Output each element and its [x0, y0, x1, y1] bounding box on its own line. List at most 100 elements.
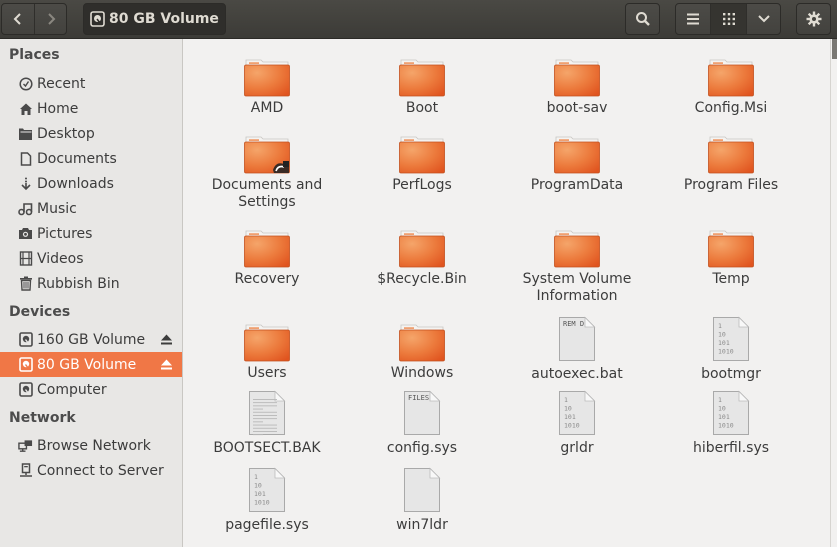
view-button-group — [675, 3, 781, 35]
item-icon: 1 10 101 1010 — [706, 316, 756, 362]
chevron-left-icon — [13, 13, 21, 25]
grid-view-icon — [722, 13, 735, 25]
menu-button[interactable] — [797, 4, 830, 34]
item-icon — [397, 467, 447, 513]
sidebar-item-label: Computer — [37, 381, 107, 398]
svg-text:101: 101 — [254, 490, 266, 498]
folder-item[interactable]: Boot — [347, 53, 497, 117]
svg-text:REM D: REM D — [563, 320, 584, 328]
folder-item[interactable]: Users — [192, 318, 342, 382]
folder-icon — [18, 126, 33, 141]
file-item[interactable]: 1 10 101 1010 grldr — [502, 390, 652, 457]
svg-text:1: 1 — [718, 322, 722, 330]
server-icon — [18, 463, 33, 478]
folder-item[interactable]: Config.Msi — [656, 53, 806, 117]
sidebar-item-computer[interactable]: Computer — [0, 377, 182, 402]
sidebar-item-rubbish-bin[interactable]: Rubbish Bin — [0, 271, 182, 296]
folder-item[interactable]: Recovery — [192, 224, 342, 288]
svg-text:1010: 1010 — [564, 422, 580, 430]
scrollbar-thumb[interactable] — [832, 39, 837, 59]
sidebar-item-browse-network[interactable]: Browse Network — [0, 433, 182, 458]
item-icon — [397, 322, 447, 362]
item-label: win7ldr — [396, 517, 448, 533]
music-icon — [18, 201, 33, 216]
location-path-button[interactable]: 80 GB Volume — [83, 3, 226, 35]
item-label: grldr — [560, 440, 594, 456]
item-icon — [552, 228, 602, 268]
sidebar-item-desktop[interactable]: Desktop — [0, 121, 182, 146]
eject-icon[interactable] — [160, 358, 173, 371]
folder-item[interactable]: System Volume Information — [502, 224, 652, 305]
folder-icon — [399, 230, 445, 268]
sidebar-item-label: Desktop — [37, 125, 95, 142]
file-item[interactable]: 1 10 101 1010 pagefile.sys — [192, 467, 342, 534]
search-button[interactable] — [626, 4, 659, 34]
folder-icon — [399, 59, 445, 97]
item-label: Config.Msi — [694, 100, 768, 116]
sidebar-item-connect-to-server[interactable]: Connect to Server — [0, 458, 182, 483]
folder-icon — [708, 230, 754, 268]
item-label: ProgramData — [530, 177, 624, 193]
list-view-button[interactable] — [676, 4, 710, 34]
item-label: Recovery — [234, 271, 300, 287]
folder-item[interactable]: AMD — [192, 53, 342, 117]
folder-icon — [554, 230, 600, 268]
binary-file-icon: 1101011010 — [713, 390, 750, 435]
sidebar-item-label: 80 GB Volume — [37, 356, 137, 373]
sidebar-item-label: Pictures — [37, 225, 93, 242]
file-item[interactable]: win7ldr — [347, 467, 497, 534]
sidebar-item-home[interactable]: Home — [0, 96, 182, 121]
sidebar-item-downloads[interactable]: Downloads — [0, 171, 182, 196]
back-button[interactable] — [2, 4, 34, 34]
item-icon — [242, 390, 292, 436]
folder-item[interactable]: Temp — [656, 224, 806, 288]
sidebar-item-recent[interactable]: Recent — [0, 71, 182, 96]
sidebar-item-80gb-volume[interactable]: 80 GB Volume — [0, 352, 182, 377]
menu-button-group — [796, 3, 831, 35]
grid-view-button[interactable] — [710, 4, 746, 34]
file-item[interactable]: FILES config.sys — [347, 390, 497, 457]
forward-button[interactable] — [34, 4, 66, 34]
drive-harddisk-icon — [18, 332, 33, 347]
drive-harddisk-icon — [90, 11, 105, 27]
gear-icon — [806, 11, 821, 27]
folder-item[interactable]: Windows — [347, 318, 497, 382]
sidebar-item-pictures[interactable]: Pictures — [0, 221, 182, 246]
item-icon — [706, 228, 756, 268]
drive-harddisk-icon — [18, 382, 33, 397]
camera-icon — [18, 226, 33, 241]
item-label: BOOTSECT.BAK — [213, 440, 321, 456]
drive-harddisk-icon — [18, 357, 33, 372]
item-label: Users — [247, 365, 287, 381]
eject-icon[interactable] — [160, 333, 173, 346]
file-item[interactable]: 1 10 101 1010 bootmgr — [656, 316, 806, 383]
view-options-button[interactable] — [746, 4, 780, 34]
folder-icon — [399, 136, 445, 174]
file-item[interactable]: REM D autoexec.bat — [502, 316, 652, 383]
item-icon — [706, 134, 756, 174]
vertical-scrollbar[interactable] — [830, 39, 837, 547]
item-label: bootmgr — [701, 366, 761, 382]
sidebar-item-label: Downloads — [37, 175, 114, 192]
folder-item[interactable]: $Recycle.Bin — [347, 224, 497, 288]
item-label: pagefile.sys — [225, 517, 309, 533]
folder-item[interactable]: boot-sav — [502, 53, 652, 117]
file-item[interactable]: BOOTSECT.BAK — [192, 390, 342, 457]
folder-icon — [554, 59, 600, 97]
sidebar-item-160gb-volume[interactable]: 160 GB Volume — [0, 327, 182, 352]
sidebar-item-videos[interactable]: Videos — [0, 246, 182, 271]
sidebar-item-music[interactable]: Music — [0, 196, 182, 221]
item-icon — [397, 57, 447, 97]
svg-text:1010: 1010 — [254, 499, 270, 507]
sidebar-item-documents[interactable]: Documents — [0, 146, 182, 171]
folder-item[interactable]: PerfLogs — [347, 130, 497, 194]
item-label: boot-sav — [546, 100, 608, 116]
item-icon — [242, 322, 292, 362]
folder-item[interactable]: Documents and Settings — [192, 130, 342, 211]
folder-icon — [244, 59, 290, 97]
file-item[interactable]: 1 10 101 1010 hiberfil.sys — [656, 390, 806, 457]
folder-item[interactable]: Program Files — [656, 130, 806, 194]
chevron-down-icon — [757, 15, 770, 23]
sidebar-item-label: Rubbish Bin — [37, 275, 120, 292]
folder-item[interactable]: ProgramData — [502, 130, 652, 194]
